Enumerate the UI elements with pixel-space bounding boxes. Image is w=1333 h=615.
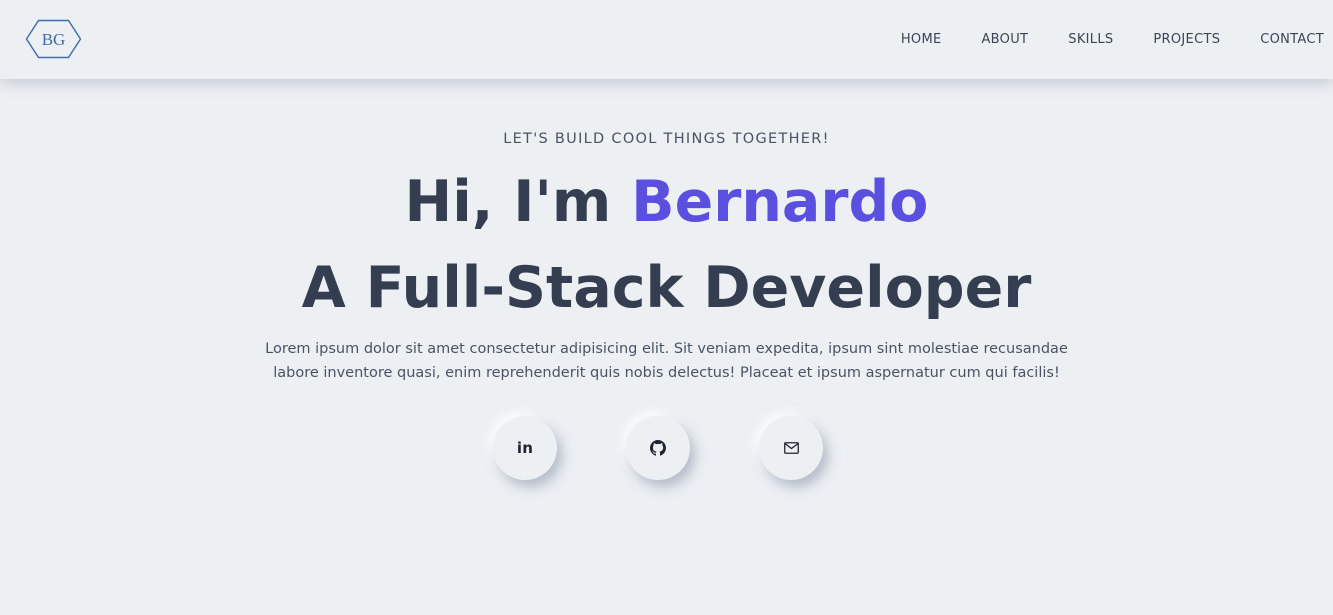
logo-hexagon-icon: BG — [25, 19, 82, 59]
mail-button[interactable] — [759, 416, 823, 480]
hero-tagline: LET'S BUILD COOL THINGS TOGETHER! — [503, 131, 830, 147]
hero-greeting: Hi, I'm — [404, 169, 632, 235]
nav-item-home[interactable]: HOME — [901, 32, 942, 47]
nav-menu: HOME ABOUT SKILLS PROJECTS CONTACT — [861, 0, 1324, 79]
mail-icon — [783, 442, 799, 454]
logo-text: BG — [42, 30, 66, 49]
github-icon — [650, 440, 666, 456]
nav-item-contact[interactable]: CONTACT — [1260, 32, 1324, 47]
hero-greeting-heading: Hi, I'm Bernardo — [0, 167, 1333, 237]
linkedin-button[interactable]: in — [493, 416, 557, 480]
github-button[interactable] — [626, 416, 690, 480]
nav-item-about[interactable]: ABOUT — [981, 32, 1028, 47]
hero-intro: Lorem ipsum dolor sit amet consectetur a… — [265, 341, 1068, 381]
hero-name: Bernardo — [631, 169, 929, 235]
hero-role: A Full-Stack Developer — [301, 255, 1032, 321]
logo[interactable]: BG — [25, 19, 82, 59]
nav-item-projects[interactable]: PROJECTS — [1153, 32, 1220, 47]
hero-section: LET'S BUILD COOL THINGS TOGETHER! Hi, I'… — [0, 79, 1333, 615]
navbar: BG HOME ABOUT SKILLS PROJECTS CONTACT — [0, 0, 1333, 79]
nav-item-skills[interactable]: SKILLS — [1068, 32, 1113, 47]
linkedin-icon: in — [516, 439, 534, 457]
